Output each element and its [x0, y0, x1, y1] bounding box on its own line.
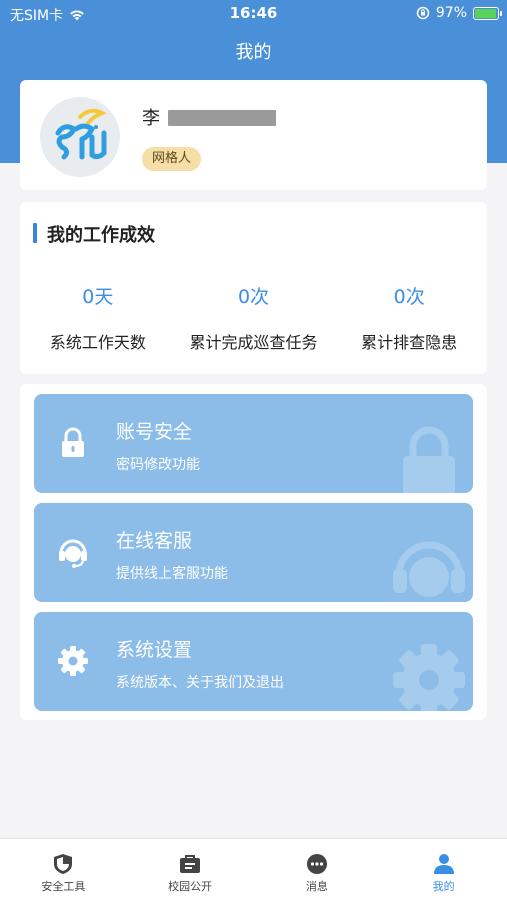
- stat-value: 0次: [393, 286, 425, 308]
- lock-icon: [403, 426, 455, 493]
- tab-messages[interactable]: 消息: [254, 839, 381, 900]
- menu-title: 在线客服: [116, 530, 193, 552]
- stat-patrol-tasks: 0次 累计完成巡查任务: [176, 282, 332, 353]
- tab-bar: 安全工具 校园公开 消息 我的: [0, 838, 507, 900]
- tab-label: 校园公开: [168, 880, 213, 893]
- menu-subtitle: 提供线上客服功能: [116, 566, 228, 582]
- name-redaction: [168, 110, 276, 126]
- tab-label: 安全工具: [41, 880, 86, 893]
- profile-card[interactable]: 李 网格人: [20, 80, 487, 190]
- tab-mine[interactable]: 我的: [380, 839, 507, 900]
- menu-item-account-security[interactable]: 账号安全 密码修改功能: [34, 394, 473, 493]
- tab-label: 我的: [432, 880, 455, 893]
- avatar[interactable]: [40, 97, 120, 177]
- gear-icon: [393, 644, 465, 711]
- shield-icon: [54, 854, 73, 874]
- tab-label: 消息: [305, 880, 328, 893]
- stat-work-days: 0天 系统工作天数: [20, 282, 176, 353]
- page-title: 我的: [235, 42, 272, 63]
- headset-icon: [393, 541, 465, 597]
- gear-icon: [58, 646, 88, 676]
- briefcase-icon: [180, 855, 201, 873]
- headset-icon: [59, 539, 87, 568]
- role-badge: 网格人: [142, 147, 202, 171]
- user-icon: [433, 854, 454, 874]
- orientation-lock-icon: [416, 6, 430, 20]
- menu-subtitle: 密码修改功能: [116, 457, 200, 473]
- menu-title: 系统设置: [116, 639, 193, 661]
- stats-row: 0天 系统工作天数 0次 累计完成巡查任务 0次 累计排查隐患: [20, 282, 487, 353]
- avatar-logo-icon: [55, 108, 107, 160]
- menu-subtitle: 系统版本、关于我们及退出: [116, 675, 284, 691]
- menu-item-online-service[interactable]: 在线客服 提供线上客服功能: [34, 503, 473, 602]
- menu-title: 账号安全: [116, 421, 193, 443]
- stat-hazards: 0次 累计排查隐患: [331, 282, 487, 353]
- tab-campus-public[interactable]: 校园公开: [127, 839, 254, 900]
- tab-safety-tools[interactable]: 安全工具: [0, 839, 127, 900]
- status-right: 97%: [416, 5, 502, 21]
- lock-icon: [62, 427, 84, 457]
- battery-icon: [473, 6, 502, 20]
- user-name: 李: [142, 108, 160, 129]
- stat-label: 累计排查隐患: [361, 333, 458, 352]
- stat-value: 0次: [237, 286, 270, 308]
- stat-value: 0天: [82, 286, 114, 308]
- stat-label: 累计完成巡查任务: [189, 333, 318, 352]
- chat-icon: [306, 854, 327, 874]
- section-title: 我的工作成效: [33, 221, 155, 247]
- status-bar: 无SIM卡 16:46 97%: [0, 0, 507, 28]
- work-performance-card: 我的工作成效 0天 系统工作天数 0次 累计完成巡查任务 0次 累计排查隐患: [20, 202, 487, 374]
- menu-card: 账号安全 密码修改功能 在线客服 提供线上客服功能 系统设置 系统版本、关于我们…: [20, 384, 487, 720]
- battery-level: [475, 8, 497, 18]
- menu-item-system-settings[interactable]: 系统设置 系统版本、关于我们及退出: [34, 612, 473, 711]
- battery-percent: 97%: [435, 5, 467, 21]
- stat-label: 系统工作天数: [49, 333, 146, 352]
